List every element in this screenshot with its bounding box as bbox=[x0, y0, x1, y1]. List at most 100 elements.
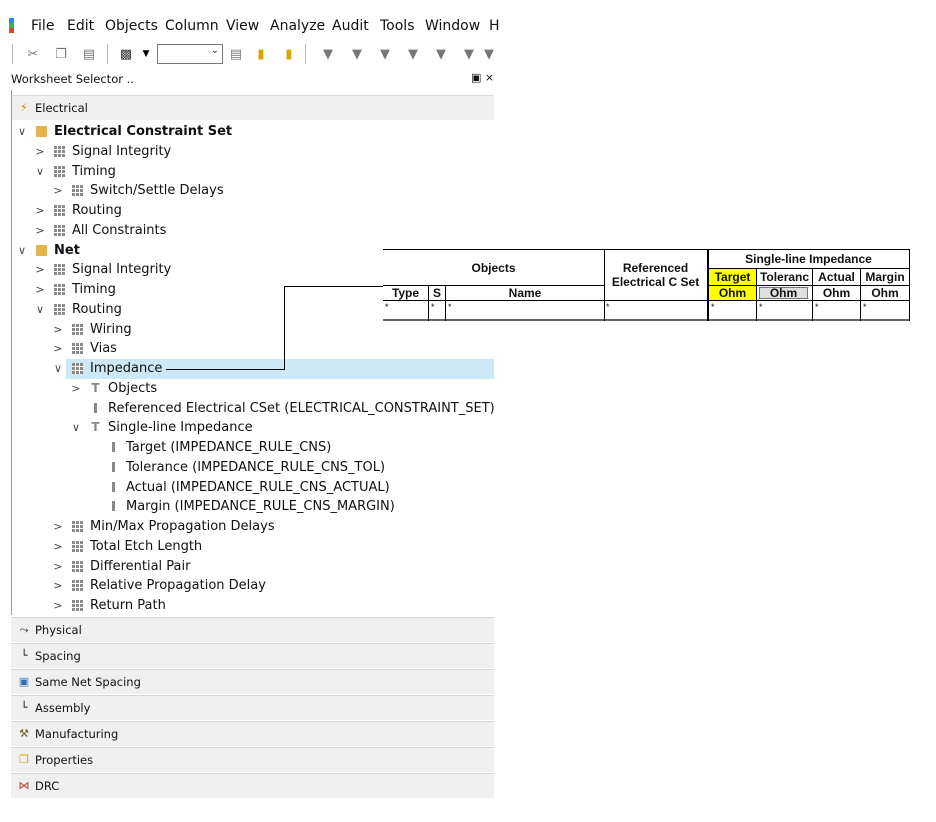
chevron-right-icon[interactable]: > bbox=[34, 201, 46, 220]
menu-column[interactable]: Column bbox=[165, 17, 219, 35]
tree-item-label: Vias bbox=[90, 341, 117, 356]
chevron-right-icon[interactable]: > bbox=[52, 320, 64, 339]
folder-icon bbox=[36, 126, 47, 137]
manufacturing-icon: ⚒ bbox=[19, 727, 29, 740]
tree-item-label: Electrical Constraint Set bbox=[54, 124, 233, 139]
tree-item-label: Relative Propagation Delay bbox=[90, 578, 266, 593]
column-group-icon: T bbox=[91, 420, 100, 434]
chevron-right-icon[interactable]: > bbox=[34, 260, 46, 279]
filter-cell-actual[interactable]: * bbox=[815, 302, 819, 312]
column-icon bbox=[112, 442, 115, 452]
menu-tools[interactable]: Tools bbox=[380, 17, 415, 35]
object-select-icon[interactable]: ▩ bbox=[116, 44, 136, 64]
tree-item-label: Referenced Electrical CSet (ELECTRICAL_C… bbox=[108, 401, 495, 416]
section-electrical[interactable]: ⚡ Electrical bbox=[11, 95, 494, 120]
menu-file[interactable]: File bbox=[31, 17, 54, 35]
menu-audit[interactable]: Audit bbox=[332, 17, 369, 35]
actual-unit: Ohm bbox=[822, 286, 851, 300]
filter-cell-type[interactable]: * bbox=[385, 302, 389, 312]
bookmark-next-icon[interactable]: ▮ bbox=[279, 44, 299, 64]
chevron-right-icon[interactable]: > bbox=[52, 181, 64, 200]
filter-cell-margin[interactable]: * bbox=[863, 302, 867, 312]
filter-apply-icon[interactable]: ▼ bbox=[459, 44, 479, 64]
menu-view[interactable]: View bbox=[226, 17, 259, 35]
chevron-down-icon[interactable]: ∨ bbox=[34, 300, 46, 319]
bookmark-down-icon[interactable]: ▮ bbox=[251, 44, 271, 64]
chevron-down-icon[interactable]: ∨ bbox=[16, 241, 28, 260]
section-drc[interactable]: ⋈ DRC bbox=[11, 773, 494, 798]
filter-cell-referenced[interactable]: * bbox=[606, 302, 610, 312]
tree-item-label: Actual (IMPEDANCE_RULE_CNS_ACTUAL) bbox=[126, 480, 390, 495]
chevron-right-icon[interactable]: > bbox=[34, 142, 46, 161]
tree-item-label: Net bbox=[54, 243, 80, 258]
tree-item-label: Target (IMPEDANCE_RULE_CNS) bbox=[126, 440, 332, 455]
chevron-down-icon[interactable]: ∨ bbox=[52, 359, 64, 378]
worksheet-grid-icon bbox=[54, 166, 65, 177]
section-manufacturing[interactable]: ⚒ Manufacturing bbox=[11, 721, 494, 746]
margin-unit: Ohm bbox=[871, 286, 899, 300]
paste-icon[interactable]: ▤ bbox=[79, 44, 99, 64]
filter-clear-icon[interactable]: ▼ bbox=[347, 44, 367, 64]
worksheet-grid-icon bbox=[72, 580, 83, 591]
worksheet-grid-icon bbox=[72, 521, 83, 532]
target-column-header[interactable]: Target bbox=[709, 269, 756, 285]
filter-icon[interactable]: ▼ bbox=[318, 44, 338, 64]
section-properties[interactable]: ❐ Properties bbox=[11, 747, 494, 772]
chevron-right-icon[interactable]: > bbox=[52, 339, 64, 358]
menu-edit[interactable]: Edit bbox=[67, 17, 94, 35]
column-icon bbox=[112, 462, 115, 472]
copy-icon[interactable]: ❐ bbox=[51, 44, 71, 64]
section-physical[interactable]: ⤳ Physical bbox=[11, 617, 494, 642]
drc-icon: ⋈ bbox=[18, 779, 30, 792]
tree-item-label: Return Path bbox=[90, 598, 166, 613]
tree-item-label: Total Etch Length bbox=[90, 539, 203, 554]
menu-objects[interactable]: Objects bbox=[105, 17, 158, 35]
tree-item-label: Signal Integrity bbox=[72, 144, 172, 159]
filter-combobox[interactable]: ⌄ bbox=[157, 44, 223, 64]
section-same-net-spacing[interactable]: ▣ Same Net Spacing bbox=[11, 669, 494, 694]
chevron-right-icon[interactable]: > bbox=[52, 537, 64, 556]
chevron-down-icon[interactable]: ∨ bbox=[70, 418, 82, 437]
section-label: Assembly bbox=[35, 701, 91, 715]
tolerance-column-header[interactable]: Toleranc bbox=[757, 269, 812, 285]
menu-window[interactable]: Window bbox=[425, 17, 480, 35]
toolbar-separator bbox=[107, 44, 108, 64]
menu-help[interactable]: H bbox=[489, 17, 500, 35]
grid-line bbox=[383, 300, 910, 301]
actual-column-header[interactable]: Actual bbox=[813, 269, 860, 285]
section-assembly[interactable]: └ Assembly bbox=[11, 695, 494, 720]
column-icon bbox=[94, 403, 97, 413]
chevron-right-icon[interactable]: > bbox=[70, 379, 82, 398]
chart-icon[interactable]: ▤ bbox=[226, 44, 246, 64]
menu-analyze[interactable]: Analyze bbox=[270, 17, 325, 35]
filter-options-icon[interactable]: ▼ bbox=[403, 44, 423, 64]
cut-icon[interactable]: ✂ bbox=[23, 44, 43, 64]
chevron-right-icon[interactable]: > bbox=[34, 280, 46, 299]
margin-column-header[interactable]: Margin bbox=[861, 269, 909, 285]
filter-more-icon[interactable]: ▼ bbox=[484, 44, 494, 64]
name-column-header[interactable]: Name bbox=[446, 286, 604, 300]
section-spacing[interactable]: └ Spacing bbox=[11, 643, 494, 668]
filter-cell-target[interactable]: * bbox=[711, 302, 715, 312]
type-column-header[interactable]: Type bbox=[383, 286, 428, 300]
toolbar: ✂ ❐ ▤ ▩ ▼ ⌄ ▤ ▮ ▮ ▼ ▼ ▼ ▼ ▼ ▼ ▼ bbox=[0, 38, 494, 69]
chevron-right-icon[interactable]: > bbox=[52, 517, 64, 536]
filter-cell-name[interactable]: * bbox=[448, 302, 452, 312]
chevron-down-icon[interactable]: ∨ bbox=[34, 162, 46, 181]
tree-item-label: Timing bbox=[72, 282, 116, 297]
filter-remove-icon[interactable]: ▼ bbox=[375, 44, 395, 64]
objects-group-header: Objects bbox=[471, 260, 516, 275]
chevron-right-icon[interactable]: > bbox=[52, 557, 64, 576]
chevron-down-icon[interactable]: ∨ bbox=[16, 122, 28, 141]
pane-controls[interactable]: ▣ × bbox=[471, 71, 494, 84]
filter-cell-tolerance[interactable]: * bbox=[759, 302, 763, 312]
chevron-right-icon[interactable]: > bbox=[52, 576, 64, 595]
chevron-right-icon[interactable]: > bbox=[52, 596, 64, 615]
section-label: Electrical bbox=[35, 101, 88, 115]
column-icon bbox=[112, 482, 115, 492]
s-column-header[interactable]: S bbox=[429, 286, 445, 300]
filter-edit-icon[interactable]: ▼ bbox=[431, 44, 451, 64]
filter-cell-s[interactable]: * bbox=[431, 302, 435, 312]
dropdown-arrow-icon[interactable]: ▼ bbox=[136, 44, 156, 64]
chevron-right-icon[interactable]: > bbox=[34, 221, 46, 240]
